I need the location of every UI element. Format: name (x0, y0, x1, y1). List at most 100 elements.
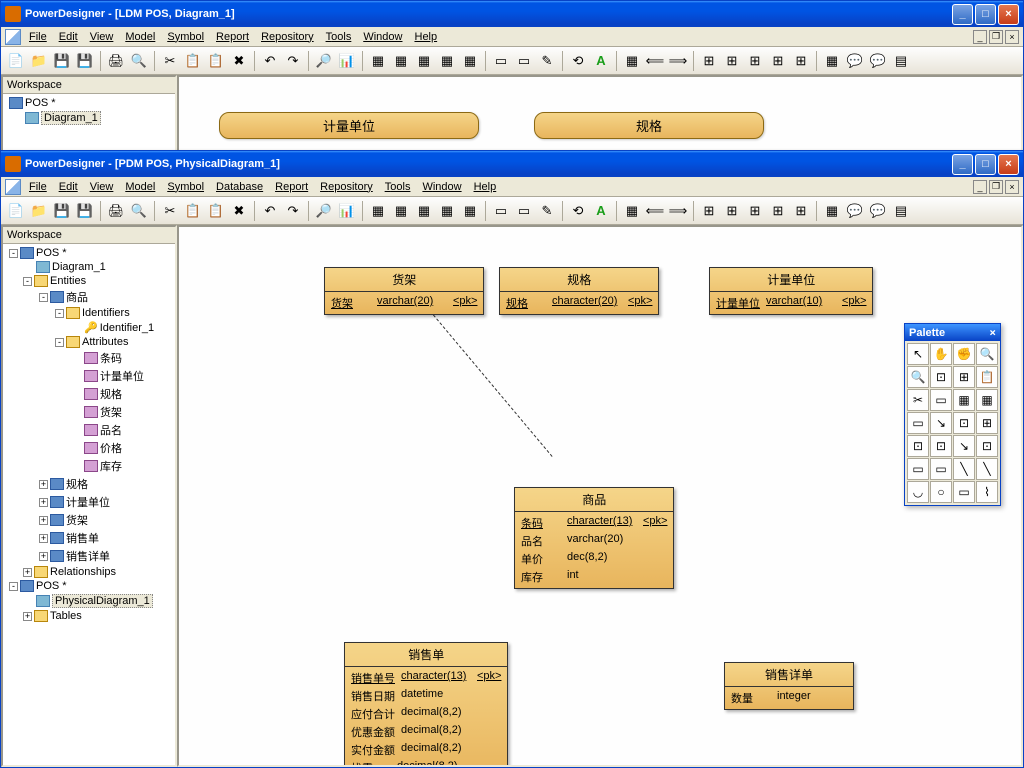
new-icon[interactable]: 📄 (5, 50, 27, 72)
menu-model[interactable]: Model (119, 179, 161, 195)
tree-pos[interactable]: POS * (25, 97, 56, 109)
tb-icon[interactable]: ▦ (390, 50, 412, 72)
collapse-icon[interactable]: - (39, 293, 48, 302)
palette-window[interactable]: Palette× ↖✋✊🔍 🔍⊡⊞📋 ✂▭▦▦ ▭↘⊡⊞ ⊡⊡↘⊡ ▭▭╲╲ ◡… (904, 323, 1001, 506)
relationship-line[interactable] (423, 303, 552, 457)
tree-entities[interactable]: Entities (50, 275, 86, 287)
maximize-button[interactable]: □ (975, 154, 996, 175)
rect-icon[interactable]: ▭ (953, 481, 975, 503)
tb-icon[interactable]: ▤ (890, 200, 912, 222)
menu-symbol[interactable]: Symbol (161, 179, 210, 195)
expand-icon[interactable]: + (39, 480, 48, 489)
menu-file[interactable]: File (23, 29, 53, 45)
expand-icon[interactable]: + (39, 516, 48, 525)
tree-a6[interactable]: 价格 (100, 440, 122, 456)
menu-repository[interactable]: Repository (314, 179, 379, 195)
tb-icon[interactable]: 💬 (844, 50, 866, 72)
minimize-button[interactable]: _ (952, 4, 973, 25)
save-icon[interactable]: 💾 (51, 200, 73, 222)
mdi-close[interactable]: × (1005, 30, 1019, 44)
copy-icon[interactable]: 📋 (182, 50, 204, 72)
tree-a3[interactable]: 规格 (100, 386, 122, 402)
table-icon[interactable]: ▦ (953, 389, 975, 411)
tb-icon[interactable]: ⊞ (790, 50, 812, 72)
close-button[interactable]: × (998, 154, 1019, 175)
polyline-icon[interactable]: ⌇ (976, 481, 998, 503)
tb-icon[interactable]: A (590, 50, 612, 72)
entity-huojia[interactable]: 货架 货架varchar(20)<pk> (324, 267, 484, 315)
tb-icon[interactable]: ▦ (413, 50, 435, 72)
tb-icon[interactable]: 💬 (867, 200, 889, 222)
tool-icon[interactable]: ▭ (907, 412, 929, 434)
tb-icon[interactable]: ⟲ (567, 200, 589, 222)
copy-icon[interactable]: 📋 (182, 200, 204, 222)
tb-icon[interactable]: ▭ (513, 200, 535, 222)
tb-icon[interactable]: ▭ (513, 50, 535, 72)
tool-icon[interactable]: ⊡ (953, 412, 975, 434)
tb-icon[interactable]: ▦ (367, 200, 389, 222)
minimize-button[interactable]: _ (952, 154, 973, 175)
mdi-restore[interactable]: ❐ (989, 30, 1003, 44)
menu-symbol[interactable]: Symbol (161, 29, 210, 45)
tree-diagram[interactable]: Diagram_1 (41, 111, 101, 125)
tree-a7[interactable]: 库存 (100, 458, 122, 474)
tb-icon[interactable]: ▦ (459, 200, 481, 222)
titlebar-ldm[interactable]: PowerDesigner - [LDM POS, Diagram_1] _ □… (1, 1, 1023, 27)
delete-icon[interactable]: ✖ (228, 200, 250, 222)
redo-icon[interactable]: ↷ (282, 50, 304, 72)
tb-icon[interactable]: ⊞ (698, 50, 720, 72)
save-icon[interactable]: 💾 (51, 50, 73, 72)
tb-icon[interactable]: ▭ (490, 200, 512, 222)
tree-diagram[interactable]: Diagram_1 (52, 261, 106, 273)
tb-icon[interactable]: ▦ (459, 50, 481, 72)
tb-icon[interactable]: ⊞ (767, 50, 789, 72)
doc-icon[interactable] (5, 179, 21, 195)
pointer-icon[interactable]: ↖ (907, 343, 929, 365)
ldm-entity-jiliang[interactable]: 计量单位 (219, 112, 479, 139)
circle-icon[interactable]: ○ (930, 481, 952, 503)
collapse-icon[interactable]: - (9, 249, 18, 258)
tb-icon[interactable]: ⊞ (721, 50, 743, 72)
tb-icon[interactable]: ⊞ (790, 200, 812, 222)
collapse-icon[interactable]: - (55, 338, 64, 347)
preview-icon[interactable]: 🔍 (128, 50, 150, 72)
entity-guige[interactable]: 规格 规格character(20)<pk> (499, 267, 659, 315)
menu-window[interactable]: Window (416, 179, 467, 195)
menu-report[interactable]: Report (269, 179, 314, 195)
tree-guige[interactable]: 规格 (66, 476, 88, 492)
redo-icon[interactable]: ↷ (282, 200, 304, 222)
entity-shangpin[interactable]: 商品 条码character(13)<pk> 品名varchar(20) 单价d… (514, 487, 674, 589)
tool-icon[interactable]: ⊡ (976, 435, 998, 457)
tb-icon[interactable]: ⟸ (644, 200, 666, 222)
mdi-min[interactable]: _ (973, 30, 987, 44)
link-icon[interactable]: ↘ (930, 412, 952, 434)
menu-repository[interactable]: Repository (255, 29, 320, 45)
cut-icon[interactable]: ✂ (907, 389, 929, 411)
menu-tools[interactable]: Tools (379, 179, 417, 195)
tree-pos1[interactable]: POS * (36, 247, 67, 259)
arc-icon[interactable]: ◡ (907, 481, 929, 503)
tree-tables[interactable]: Tables (50, 610, 82, 622)
tb-icon[interactable]: ▦ (821, 50, 843, 72)
menu-tools[interactable]: Tools (320, 29, 358, 45)
tool-icon[interactable]: ⊡ (930, 435, 952, 457)
pen-icon[interactable]: ✎ (536, 50, 558, 72)
menu-view[interactable]: View (84, 29, 120, 45)
tb-icon[interactable]: ⊞ (744, 50, 766, 72)
table-icon[interactable]: ▦ (976, 389, 998, 411)
menu-database[interactable]: Database (210, 179, 269, 195)
open-icon[interactable]: 📁 (28, 200, 50, 222)
props-icon[interactable]: 📊 (336, 200, 358, 222)
print-icon[interactable]: 🖨 (105, 200, 127, 222)
package-icon[interactable]: ▭ (930, 389, 952, 411)
tb-icon[interactable]: ▦ (413, 200, 435, 222)
collapse-icon[interactable]: - (55, 309, 64, 318)
tb-icon[interactable]: ⊞ (767, 200, 789, 222)
tree-a2[interactable]: 计量单位 (100, 368, 144, 384)
line-icon[interactable]: ╲ (953, 458, 975, 480)
tb-icon[interactable]: ▦ (436, 50, 458, 72)
pen-icon[interactable]: ✎ (536, 200, 558, 222)
tree-id1[interactable]: Identifier_1 (100, 322, 154, 334)
props-icon[interactable]: 📊 (336, 50, 358, 72)
tree-xiaoshoux[interactable]: 销售详单 (66, 548, 110, 564)
